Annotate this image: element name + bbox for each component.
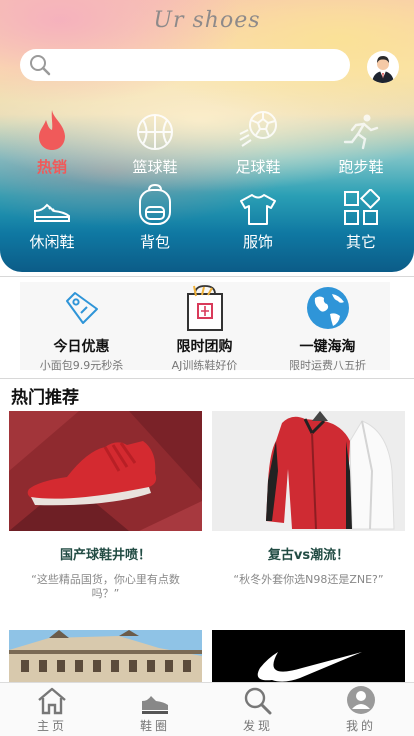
card-description: “秋冬外套你选N98还是ZNE?” bbox=[233, 573, 384, 586]
flame-icon bbox=[39, 110, 65, 150]
swoosh-logo-image bbox=[212, 630, 405, 682]
category-label: 跑步鞋 bbox=[338, 158, 384, 176]
category-label: 篮球鞋 bbox=[132, 158, 178, 176]
runner-icon bbox=[343, 114, 379, 150]
category-label: 其它 bbox=[345, 233, 376, 251]
tab-profile[interactable]: 我的 bbox=[326, 683, 396, 734]
article-card[interactable] bbox=[212, 630, 405, 682]
promo-subtitle: AJ训练鞋好价 bbox=[171, 359, 238, 372]
shopping-bag-icon bbox=[186, 285, 223, 331]
soccer-ball-icon bbox=[239, 111, 277, 147]
promo-group-buy[interactable]: 限时团购 AJ训练鞋好价 bbox=[143, 282, 266, 373]
category-basketball[interactable]: 篮球鞋 bbox=[120, 106, 190, 177]
red-sneaker-image bbox=[9, 411, 202, 531]
card-title: 国产球鞋井喷！ bbox=[59, 548, 151, 563]
avatar[interactable] bbox=[367, 51, 399, 83]
avatar-person-icon bbox=[372, 56, 394, 83]
backpack-icon bbox=[139, 183, 171, 225]
category-casual[interactable]: 休闲鞋 bbox=[17, 181, 87, 252]
category-label: 足球鞋 bbox=[235, 158, 281, 176]
promo-title: 一键海淘 bbox=[299, 339, 356, 355]
article-card[interactable] bbox=[9, 630, 202, 682]
promo-overseas[interactable]: 一键海淘 限时运费八五折 bbox=[266, 282, 389, 373]
promo-daily-deals[interactable]: 今日优惠 小面包9.9元秒杀 bbox=[20, 282, 143, 373]
user-icon bbox=[347, 686, 375, 714]
promo-subtitle: 限时运费八五折 bbox=[289, 359, 366, 372]
price-tag-icon bbox=[65, 292, 98, 324]
home-icon bbox=[38, 687, 66, 715]
article-card[interactable]: 复古vs潮流！ “秋冬外套你选N98还是ZNE?” bbox=[212, 411, 405, 587]
search-icon bbox=[244, 687, 272, 715]
category-hot[interactable]: 热销 bbox=[17, 106, 87, 177]
category-soccer[interactable]: 足球鞋 bbox=[223, 106, 293, 177]
sneaker-icon bbox=[34, 203, 70, 222]
promo-title: 今日优惠 bbox=[53, 339, 110, 355]
app-screen: Ur shoes 热销 篮球鞋 足球鞋 跑步鞋 休闲鞋 背包 服饰 其它 今日优… bbox=[0, 0, 414, 736]
tab-label: 我的 bbox=[345, 719, 376, 733]
shoe-icon bbox=[142, 696, 168, 714]
globe-icon bbox=[306, 287, 349, 329]
category-other[interactable]: 其它 bbox=[326, 181, 396, 252]
tab-shoe-circle[interactable]: 鞋圈 bbox=[120, 683, 190, 734]
divider bbox=[0, 276, 414, 277]
category-label: 休闲鞋 bbox=[29, 233, 75, 251]
article-card[interactable]: 国产球鞋井喷！ “这些精品国货，你心里有点数吗？” bbox=[9, 411, 202, 601]
tab-label: 鞋圈 bbox=[139, 719, 170, 733]
card-title: 复古vs潮流！ bbox=[267, 548, 350, 563]
section-title: 热门推荐 bbox=[11, 388, 79, 408]
promo-panel: 今日优惠 小面包9.9元秒杀 限时团购 AJ训练鞋好价 一键海淘 限时运费八五折 bbox=[20, 282, 390, 373]
jacket-image bbox=[212, 411, 405, 531]
basketball-icon bbox=[137, 114, 173, 150]
tab-home[interactable]: 主页 bbox=[17, 683, 87, 734]
category-label: 热销 bbox=[36, 158, 67, 176]
category-backpack[interactable]: 背包 bbox=[120, 181, 190, 252]
promo-title: 限时团购 bbox=[176, 339, 233, 355]
header-banner: Ur shoes 热销 篮球鞋 足球鞋 跑步鞋 休闲鞋 背包 服饰 其它 bbox=[0, 0, 414, 272]
building-image bbox=[9, 630, 202, 682]
tab-label: 发现 bbox=[242, 719, 273, 733]
promo-subtitle: 小面包9.9元秒杀 bbox=[39, 359, 124, 372]
tab-discover[interactable]: 发现 bbox=[223, 683, 293, 734]
category-apparel[interactable]: 服饰 bbox=[223, 181, 293, 252]
category-label: 服饰 bbox=[242, 233, 273, 251]
divider bbox=[0, 378, 414, 379]
card-description: “这些精品国货，你心里有点数吗？” bbox=[31, 573, 180, 600]
tshirt-icon bbox=[240, 194, 276, 225]
search-input[interactable] bbox=[20, 49, 350, 81]
tab-label: 主页 bbox=[36, 719, 67, 733]
bottom-tab-bar: 主页 鞋圈 发现 我的 bbox=[0, 682, 414, 736]
category-running[interactable]: 跑步鞋 bbox=[326, 106, 396, 177]
category-label: 背包 bbox=[139, 233, 170, 251]
search-icon bbox=[30, 55, 51, 76]
grid-icon bbox=[344, 189, 380, 225]
brand-logo-text: Ur shoes bbox=[153, 8, 261, 33]
